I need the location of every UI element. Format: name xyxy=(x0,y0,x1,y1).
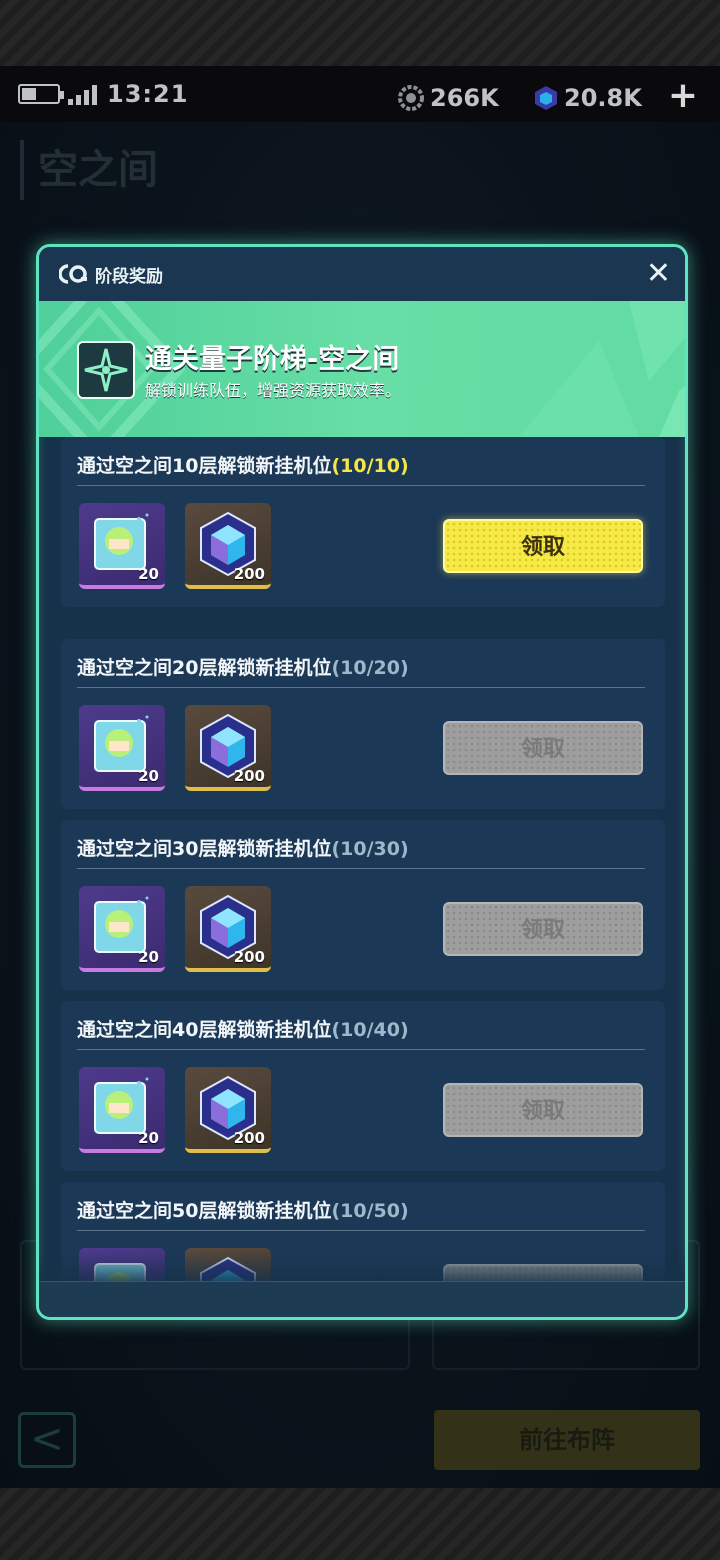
item-count: 200 xyxy=(233,565,265,583)
modal-footer xyxy=(39,1281,685,1317)
gear-currency-value: 266K xyxy=(430,84,499,112)
item-count: 200 xyxy=(233,1129,265,1147)
task-title: 通过空之间10层解锁新挂机位(10/10) xyxy=(77,451,409,478)
task-title: 通过空之间40层解锁新挂机位(10/40) xyxy=(77,1015,409,1042)
status-bar: 13:21 266K 20.8K + xyxy=(0,66,720,122)
task-title: 通过空之间50层解锁新挂机位(10/50) xyxy=(77,1196,409,1223)
reward-card: 通过空之间10层解锁新挂机位(10/10) 20 200 领取 xyxy=(61,437,665,607)
task-title-text: 通过空之间10层解锁新挂机位 xyxy=(77,455,332,477)
reward-card: 通过空之间40层解锁新挂机位(10/40) 20 200 领取 xyxy=(61,1001,665,1171)
item-count: 20 xyxy=(138,565,159,583)
task-title: 通过空之间20层解锁新挂机位(10/20) xyxy=(77,653,409,680)
banner-subtitle: 解锁训练队伍，增强资源获取效率。 xyxy=(145,381,402,400)
signal-icon xyxy=(68,83,97,105)
reward-item-character[interactable]: 20 xyxy=(79,1067,165,1153)
reward-item-cube[interactable]: 200 xyxy=(185,1067,271,1153)
battery-icon xyxy=(18,84,64,104)
reward-list[interactable]: 通过空之间10层解锁新挂机位(10/10) 20 200 领取 通过空之间20层… xyxy=(39,437,685,1287)
shuriken-icon-box xyxy=(77,341,135,399)
task-progress: (10/20) xyxy=(331,657,409,679)
stage-reward-icon xyxy=(59,264,87,284)
reward-item-character[interactable]: 20 xyxy=(79,886,165,972)
top-decor-stripe xyxy=(0,0,720,66)
item-count: 200 xyxy=(233,767,265,785)
clock-time: 13:21 xyxy=(107,80,189,108)
shuriken-icon xyxy=(84,348,128,392)
reward-item-character[interactable]: 20 xyxy=(79,705,165,791)
reward-item-cube[interactable]: 200 xyxy=(185,503,271,589)
gear-coin-icon xyxy=(398,85,424,111)
cube-gem-icon xyxy=(535,86,557,110)
claim-button[interactable]: 领取 xyxy=(443,721,643,775)
task-progress: (10/50) xyxy=(331,1200,409,1222)
divider xyxy=(77,485,645,486)
item-count: 20 xyxy=(138,1129,159,1147)
task-title-text: 通过空之间40层解锁新挂机位 xyxy=(77,1019,332,1041)
character-card-icon xyxy=(94,715,149,772)
divider xyxy=(77,1230,645,1231)
task-title: 通过空之间30层解锁新挂机位(10/30) xyxy=(77,834,409,861)
stage-reward-modal: 阶段奖励 ✕ 通关量子阶梯-空之间 解锁训练队伍，增强资源获取效率。 通过空之间… xyxy=(36,244,688,1320)
claim-button[interactable]: 领取 xyxy=(443,1083,643,1137)
cube-currency: 20.8K xyxy=(534,84,642,112)
claim-button[interactable]: 领取 xyxy=(443,519,643,573)
divider xyxy=(77,868,645,869)
task-progress: (10/30) xyxy=(331,838,409,860)
task-progress: (10/40) xyxy=(331,1019,409,1041)
modal-title: 阶段奖励 xyxy=(95,266,163,287)
claim-button[interactable]: 领取 xyxy=(443,902,643,956)
task-title-text: 通过空之间30层解锁新挂机位 xyxy=(77,838,332,860)
divider xyxy=(77,687,645,688)
divider xyxy=(77,1049,645,1050)
item-count: 200 xyxy=(233,948,265,966)
reward-card: 通过空之间30层解锁新挂机位(10/30) 20 200 领取 xyxy=(61,820,665,990)
banner-title: 通关量子阶梯-空之间 xyxy=(145,344,400,375)
reward-card: 通过空之间20层解锁新挂机位(10/20) 20 200 领取 xyxy=(61,639,665,809)
reward-item-cube[interactable]: 200 xyxy=(185,705,271,791)
modal-header: 阶段奖励 xyxy=(39,247,685,301)
bottom-decor-stripe xyxy=(0,1488,720,1560)
task-progress: (10/10) xyxy=(331,455,409,477)
task-title-text: 通过空之间50层解锁新挂机位 xyxy=(77,1200,332,1222)
plus-icon[interactable]: + xyxy=(668,78,698,114)
task-title-text: 通过空之间20层解锁新挂机位 xyxy=(77,657,332,679)
close-icon[interactable]: ✕ xyxy=(646,259,671,289)
reward-item-character[interactable]: 20 xyxy=(79,503,165,589)
reward-item-cube[interactable]: 200 xyxy=(185,886,271,972)
character-card-icon xyxy=(94,513,149,570)
item-count: 20 xyxy=(138,767,159,785)
character-card-icon xyxy=(94,1077,149,1134)
gear-currency: 266K xyxy=(398,84,499,112)
cube-currency-value: 20.8K xyxy=(564,84,642,112)
character-card-icon xyxy=(94,896,149,953)
stage-banner: 通关量子阶梯-空之间 解锁训练队伍，增强资源获取效率。 xyxy=(39,301,685,437)
item-count: 20 xyxy=(138,948,159,966)
